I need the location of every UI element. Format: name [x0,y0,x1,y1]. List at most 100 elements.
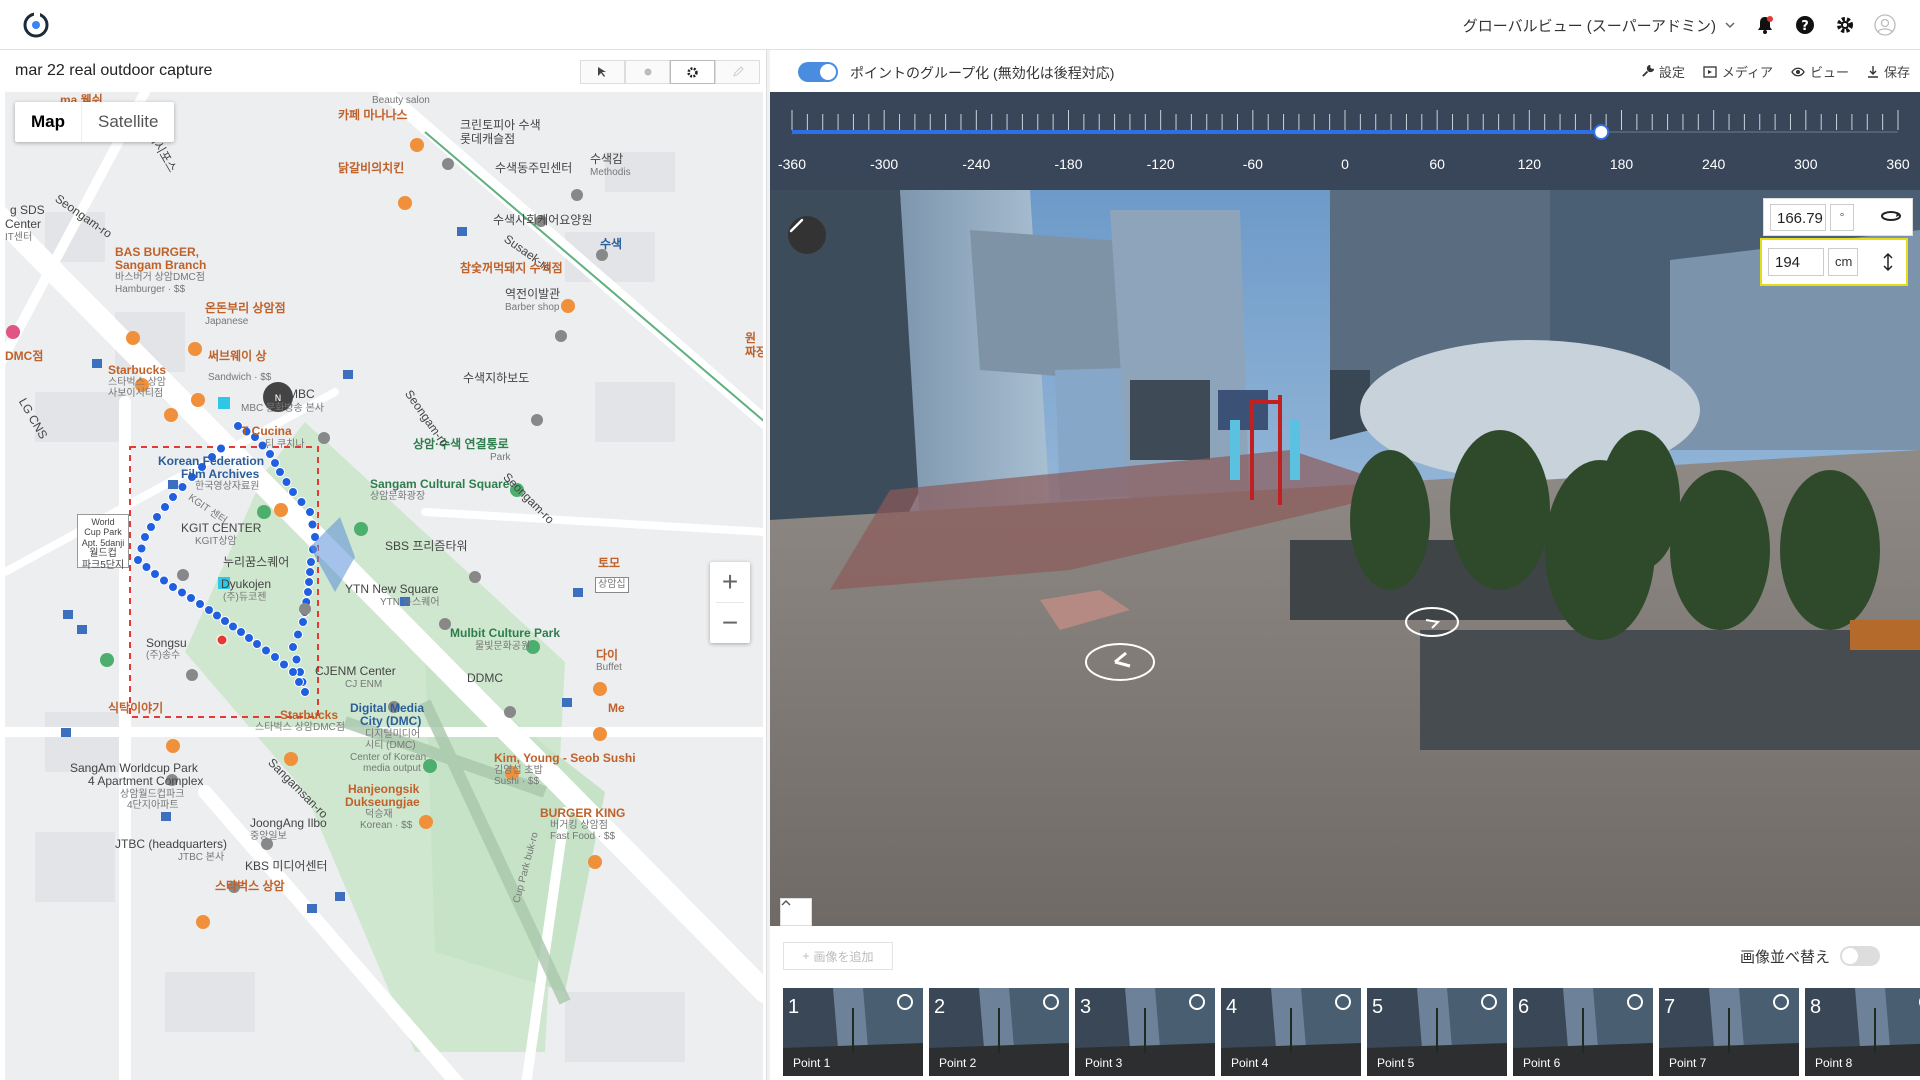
route-point[interactable] [306,557,316,567]
height-input[interactable]: 194 [1768,248,1824,276]
route-point[interactable] [186,593,196,603]
thumbnail-number: 5 [1372,996,1384,1018]
point-thumbnail[interactable]: 7 Point 7 [1659,988,1799,1076]
map-label: (주)듀코젠 [223,592,267,603]
route-point[interactable] [294,677,304,687]
route-point[interactable] [288,642,298,652]
route-point[interactable] [133,555,143,565]
help-icon[interactable]: ? [1794,14,1816,36]
route-point[interactable] [150,569,160,579]
route-point[interactable] [136,543,147,554]
route-point[interactable] [305,507,315,517]
route-point[interactable] [212,610,222,621]
point-thumbnail[interactable]: 6 Point 6 [1513,988,1653,1076]
route-point[interactable] [244,633,254,643]
view-selector[interactable]: グローバルビュー (スーパーアドミン) [1463,15,1736,36]
map-label: 파크5단지 [81,559,125,571]
current-point-marker[interactable] [216,634,228,646]
rotation-unit: ° [1830,204,1854,231]
map-label: KGIT상암 [195,536,237,547]
route-point[interactable] [307,519,318,530]
route-point[interactable] [261,645,271,656]
route-point[interactable] [291,654,302,665]
map-settings-button[interactable] [670,60,715,84]
ruler-knob[interactable] [1593,124,1610,140]
route-point[interactable] [160,502,170,512]
route-point[interactable] [195,599,205,609]
add-image-button[interactable]: + 画像を追加 [783,942,893,970]
route-point[interactable] [303,587,313,597]
thumbnail-label: Point 2 [939,1056,977,1070]
route-point[interactable] [159,575,169,586]
point-thumbnail[interactable]: 2 Point 2 [929,988,1069,1076]
point-thumbnail[interactable]: 1 Point 1 [783,988,923,1076]
rotation-ruler[interactable]: -360 -300 -240 -180 -120 -60 0 60 120 180 240 300 36… [770,92,1920,190]
select-tool-button[interactable] [580,60,625,84]
bell-icon[interactable] [1754,14,1776,36]
route-point[interactable] [298,617,308,627]
route-point[interactable] [220,616,230,626]
media-action[interactable]: メディア [1703,62,1773,81]
map-view[interactable]: N Beauty salon 카페 마나나스 크린토피아 수색 롯데캐슬점 수색… [5,92,763,1080]
rotate-icon[interactable] [1880,208,1902,224]
route-point[interactable] [265,449,275,459]
route-point[interactable] [275,467,285,477]
route-point[interactable] [140,532,150,542]
draw-tool-button[interactable] [715,60,760,84]
route-point[interactable] [279,659,289,670]
route-point[interactable] [146,522,156,532]
route-point[interactable] [305,567,315,577]
route-point[interactable] [168,492,178,502]
save-action[interactable]: 保存 [1867,62,1910,81]
edit-pano-button[interactable] [788,216,826,254]
route-point[interactable] [168,582,178,592]
zoom-in-button[interactable]: + [710,562,750,602]
view-action[interactable]: ビュー [1791,62,1849,81]
collapse-thumbnails-button[interactable] [780,898,812,926]
ruler-label: 360 [1886,156,1910,172]
route-point[interactable] [300,687,310,697]
route-point[interactable] [270,652,280,662]
route-point[interactable] [204,605,214,615]
route-point[interactable] [236,627,246,637]
route-point[interactable] [252,639,262,649]
map-type-satellite-button[interactable]: Satellite [82,102,174,142]
map-label: 카페 마나나스 [338,108,408,122]
group-points-label: ポイントのグループ化 (無効化は後程対応) [850,65,1115,81]
route-point[interactable] [281,477,292,487]
route-point[interactable] [296,497,307,507]
route-point[interactable] [177,482,188,492]
route-point[interactable] [177,587,187,598]
map-type-map-button[interactable]: Map [15,102,82,142]
settings-action[interactable]: 設定 [1641,62,1685,81]
route-point[interactable] [270,458,280,468]
route-point[interactable] [288,487,298,497]
map-label: 수색지하보도 [463,371,530,385]
point-thumbnail[interactable]: 8 Point 8 [1805,988,1920,1076]
group-points-toggle[interactable] [798,62,838,82]
vertical-arrows-icon[interactable] [1882,252,1894,272]
point-tool-button[interactable] [625,60,670,84]
ruler-label: -180 [1054,156,1083,172]
route-point[interactable] [152,512,162,522]
map-label: 토모 [598,556,621,570]
route-point[interactable] [304,577,314,587]
panorama-viewer[interactable]: 166.79 ° 194 cm [770,190,1920,926]
ruler-label: 120 [1517,156,1542,172]
ruler-label: 0 [1341,156,1349,172]
point-thumbnail[interactable]: 3 Point 3 [1075,988,1215,1076]
route-point[interactable] [288,667,298,677]
route-point[interactable] [141,562,152,572]
zoom-out-button[interactable]: − [710,603,750,643]
pencil-icon [732,66,744,77]
point-thumbnail[interactable]: 5 Point 5 [1367,988,1507,1076]
avatar[interactable] [1874,14,1896,36]
point-thumbnail[interactable]: 4 Point 4 [1221,988,1361,1076]
route-point[interactable] [228,621,238,632]
app-logo-icon[interactable] [22,11,50,39]
route-point[interactable] [293,629,303,640]
route-point[interactable] [216,443,226,454]
reorder-toggle[interactable] [1840,946,1880,966]
gear-icon[interactable] [1834,14,1856,36]
rotation-input[interactable]: 166.79 [1770,204,1826,231]
